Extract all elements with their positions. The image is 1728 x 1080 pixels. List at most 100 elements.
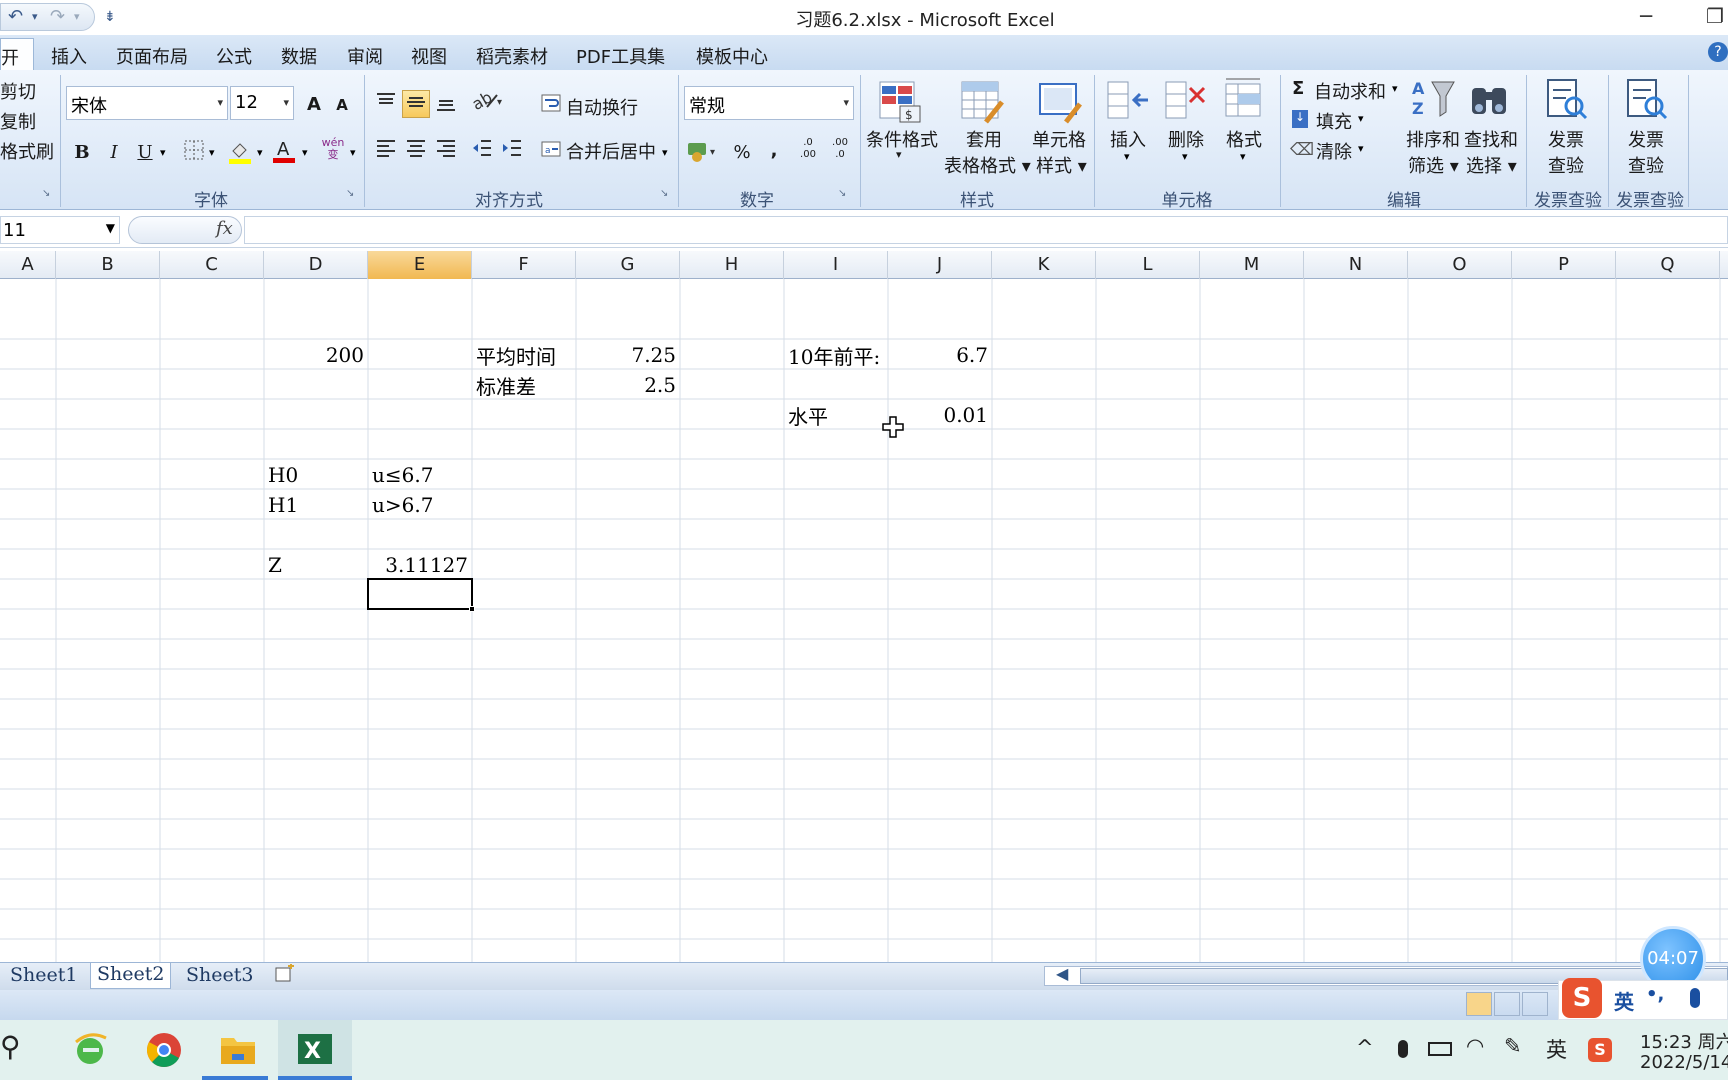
cell-d8[interactable]: H0 bbox=[268, 463, 298, 487]
sheet-tab-3[interactable]: Sheet3 bbox=[186, 964, 253, 986]
chevron-down-icon[interactable]: ▾ bbox=[160, 146, 166, 159]
bold-button[interactable]: B bbox=[68, 138, 96, 166]
sheet-tab-2-active[interactable]: Sheet2 bbox=[90, 963, 172, 989]
cell-f3[interactable]: 平均时间 bbox=[476, 341, 556, 370]
column-header-selected[interactable]: E bbox=[368, 251, 472, 279]
worksheet-grid[interactable] bbox=[0, 279, 1728, 962]
cut-button[interactable]: 剪切 bbox=[0, 78, 36, 104]
cell-styles-button[interactable]: 单元格 bbox=[1032, 126, 1086, 152]
cell-i3[interactable]: 10年前平: bbox=[788, 341, 886, 370]
font-launcher-icon[interactable]: ↘ bbox=[346, 188, 354, 199]
cell-d9[interactable]: H1 bbox=[268, 493, 298, 517]
chevron-down-icon[interactable]: ▾ bbox=[1358, 112, 1364, 125]
tab-insert[interactable]: 插入 bbox=[51, 43, 87, 69]
tab-template-center[interactable]: 模板中心 bbox=[696, 43, 768, 69]
column-header[interactable]: I bbox=[784, 251, 888, 279]
font-color-icon[interactable]: A bbox=[270, 136, 298, 164]
show-hidden-icons-chevron-icon[interactable]: ^ bbox=[1356, 1036, 1374, 1060]
fill-button[interactable]: 填充 bbox=[1316, 108, 1352, 134]
chevron-down-icon[interactable]: ▾ bbox=[209, 146, 215, 159]
column-header[interactable]: Q bbox=[1616, 251, 1720, 279]
clipboard-launcher-icon[interactable]: ↘ bbox=[42, 188, 50, 199]
column-header[interactable]: C bbox=[160, 251, 264, 279]
column-header[interactable]: N bbox=[1304, 251, 1408, 279]
normal-view-icon[interactable] bbox=[1466, 992, 1492, 1016]
chevron-down-icon[interactable]: ▾ bbox=[662, 146, 668, 159]
comma-style-button[interactable]: , bbox=[760, 136, 788, 164]
cell-f4[interactable]: 标准差 bbox=[476, 371, 536, 400]
column-header[interactable]: P bbox=[1512, 251, 1616, 279]
find-select-icon[interactable] bbox=[1466, 76, 1514, 124]
page-layout-view-icon[interactable] bbox=[1494, 992, 1520, 1016]
clock-date[interactable]: 2022/5/14 bbox=[1640, 1052, 1728, 1073]
name-box[interactable]: 11 ▼ bbox=[0, 216, 120, 244]
increase-indent-icon[interactable] bbox=[498, 136, 526, 164]
restore-button[interactable]: ❐ bbox=[1706, 4, 1724, 28]
battery-icon[interactable] bbox=[1428, 1042, 1452, 1056]
tab-view[interactable]: 视图 bbox=[411, 43, 447, 69]
column-header[interactable]: L bbox=[1096, 251, 1200, 279]
chevron-down-icon[interactable]: ▾ bbox=[1392, 82, 1398, 95]
align-bottom-icon[interactable] bbox=[432, 90, 460, 118]
wrap-text-button[interactable]: 自动换行 bbox=[566, 94, 638, 120]
formula-input[interactable] bbox=[244, 216, 1728, 244]
column-header[interactable]: K bbox=[992, 251, 1096, 279]
decrease-indent-icon[interactable] bbox=[468, 136, 496, 164]
insert-cells-button[interactable]: 插入 bbox=[1110, 126, 1146, 152]
cell-j3[interactable]: 6.7 bbox=[888, 343, 988, 367]
tab-pdf-tools[interactable]: PDF工具集 bbox=[576, 43, 665, 69]
chrome-icon[interactable] bbox=[144, 1030, 184, 1070]
cell-g4[interactable]: 2.5 bbox=[576, 373, 676, 397]
number-format-combo[interactable]: 常规 ▾ bbox=[684, 86, 854, 120]
delete-cells-button[interactable]: 删除 bbox=[1168, 126, 1204, 152]
column-header[interactable]: F bbox=[472, 251, 576, 279]
tab-review[interactable]: 审阅 bbox=[347, 43, 383, 69]
fill-handle[interactable] bbox=[469, 606, 475, 612]
wifi-icon[interactable]: ◠ bbox=[1466, 1034, 1484, 1058]
clock-time[interactable]: 15:23 周六 bbox=[1640, 1028, 1728, 1054]
column-header[interactable]: J bbox=[888, 251, 992, 279]
chevron-down-icon[interactable]: ▾ bbox=[1124, 150, 1130, 163]
cell-styles-icon[interactable] bbox=[1036, 78, 1084, 126]
cell-e8[interactable]: u≤6.7 bbox=[372, 463, 433, 487]
format-cells-icon[interactable] bbox=[1220, 76, 1268, 124]
cell-d11[interactable]: Z bbox=[268, 553, 282, 577]
align-left-icon[interactable] bbox=[372, 136, 400, 164]
percent-button[interactable]: % bbox=[728, 138, 756, 166]
ie-browser-icon[interactable] bbox=[70, 1030, 110, 1070]
chevron-down-icon[interactable]: ▾ bbox=[1358, 142, 1364, 155]
tab-data[interactable]: 数据 bbox=[281, 43, 317, 69]
chevron-down-icon[interactable]: ▾ bbox=[257, 146, 263, 159]
column-header[interactable]: G bbox=[576, 251, 680, 279]
clear-button[interactable]: 清除 bbox=[1316, 138, 1352, 164]
chevron-down-icon[interactable]: ▾ bbox=[1240, 150, 1246, 163]
underline-button[interactable]: U bbox=[131, 138, 159, 166]
borders-icon[interactable] bbox=[180, 138, 208, 166]
alignment-launcher-icon[interactable]: ↘ bbox=[660, 188, 668, 199]
cell-g3[interactable]: 7.25 bbox=[576, 343, 676, 367]
fill-color-icon[interactable] bbox=[226, 138, 254, 166]
invoice-check-button-2[interactable]: 发票 bbox=[1628, 126, 1664, 152]
shrink-font-button[interactable]: A bbox=[328, 90, 356, 118]
tab-page-layout[interactable]: 页面布局 bbox=[116, 43, 188, 69]
tab-home[interactable]: 开始 bbox=[0, 38, 34, 95]
column-header[interactable]: H bbox=[680, 251, 784, 279]
sort-filter-button[interactable]: 排序和 bbox=[1406, 126, 1460, 152]
chevron-down-icon[interactable]: ▾ bbox=[1182, 150, 1188, 163]
ime-language-toggle[interactable]: 英 bbox=[1614, 986, 1634, 1015]
align-center-icon[interactable] bbox=[402, 136, 430, 164]
cell-i5[interactable]: 水平 bbox=[788, 401, 828, 430]
phonetic-guide-button[interactable]: wén 变 bbox=[316, 136, 350, 164]
merge-center-button[interactable]: 合并后居中 bbox=[566, 138, 656, 164]
microphone-icon[interactable] bbox=[1398, 1040, 1408, 1058]
ime-punct-toggle[interactable]: •, bbox=[1646, 984, 1664, 1005]
align-right-icon[interactable] bbox=[432, 136, 460, 164]
chevron-down-icon[interactable]: ▾ bbox=[350, 146, 356, 159]
sheet-tab-1[interactable]: Sheet1 bbox=[10, 964, 77, 986]
sogou-logo-icon[interactable]: S bbox=[1562, 978, 1602, 1018]
insert-cells-icon[interactable] bbox=[1104, 78, 1152, 126]
tab-docer[interactable]: 稻壳素材 bbox=[476, 43, 548, 69]
column-header[interactable]: D bbox=[264, 251, 368, 279]
number-launcher-icon[interactable]: ↘ bbox=[838, 188, 846, 199]
delete-cells-icon[interactable] bbox=[1162, 78, 1210, 126]
